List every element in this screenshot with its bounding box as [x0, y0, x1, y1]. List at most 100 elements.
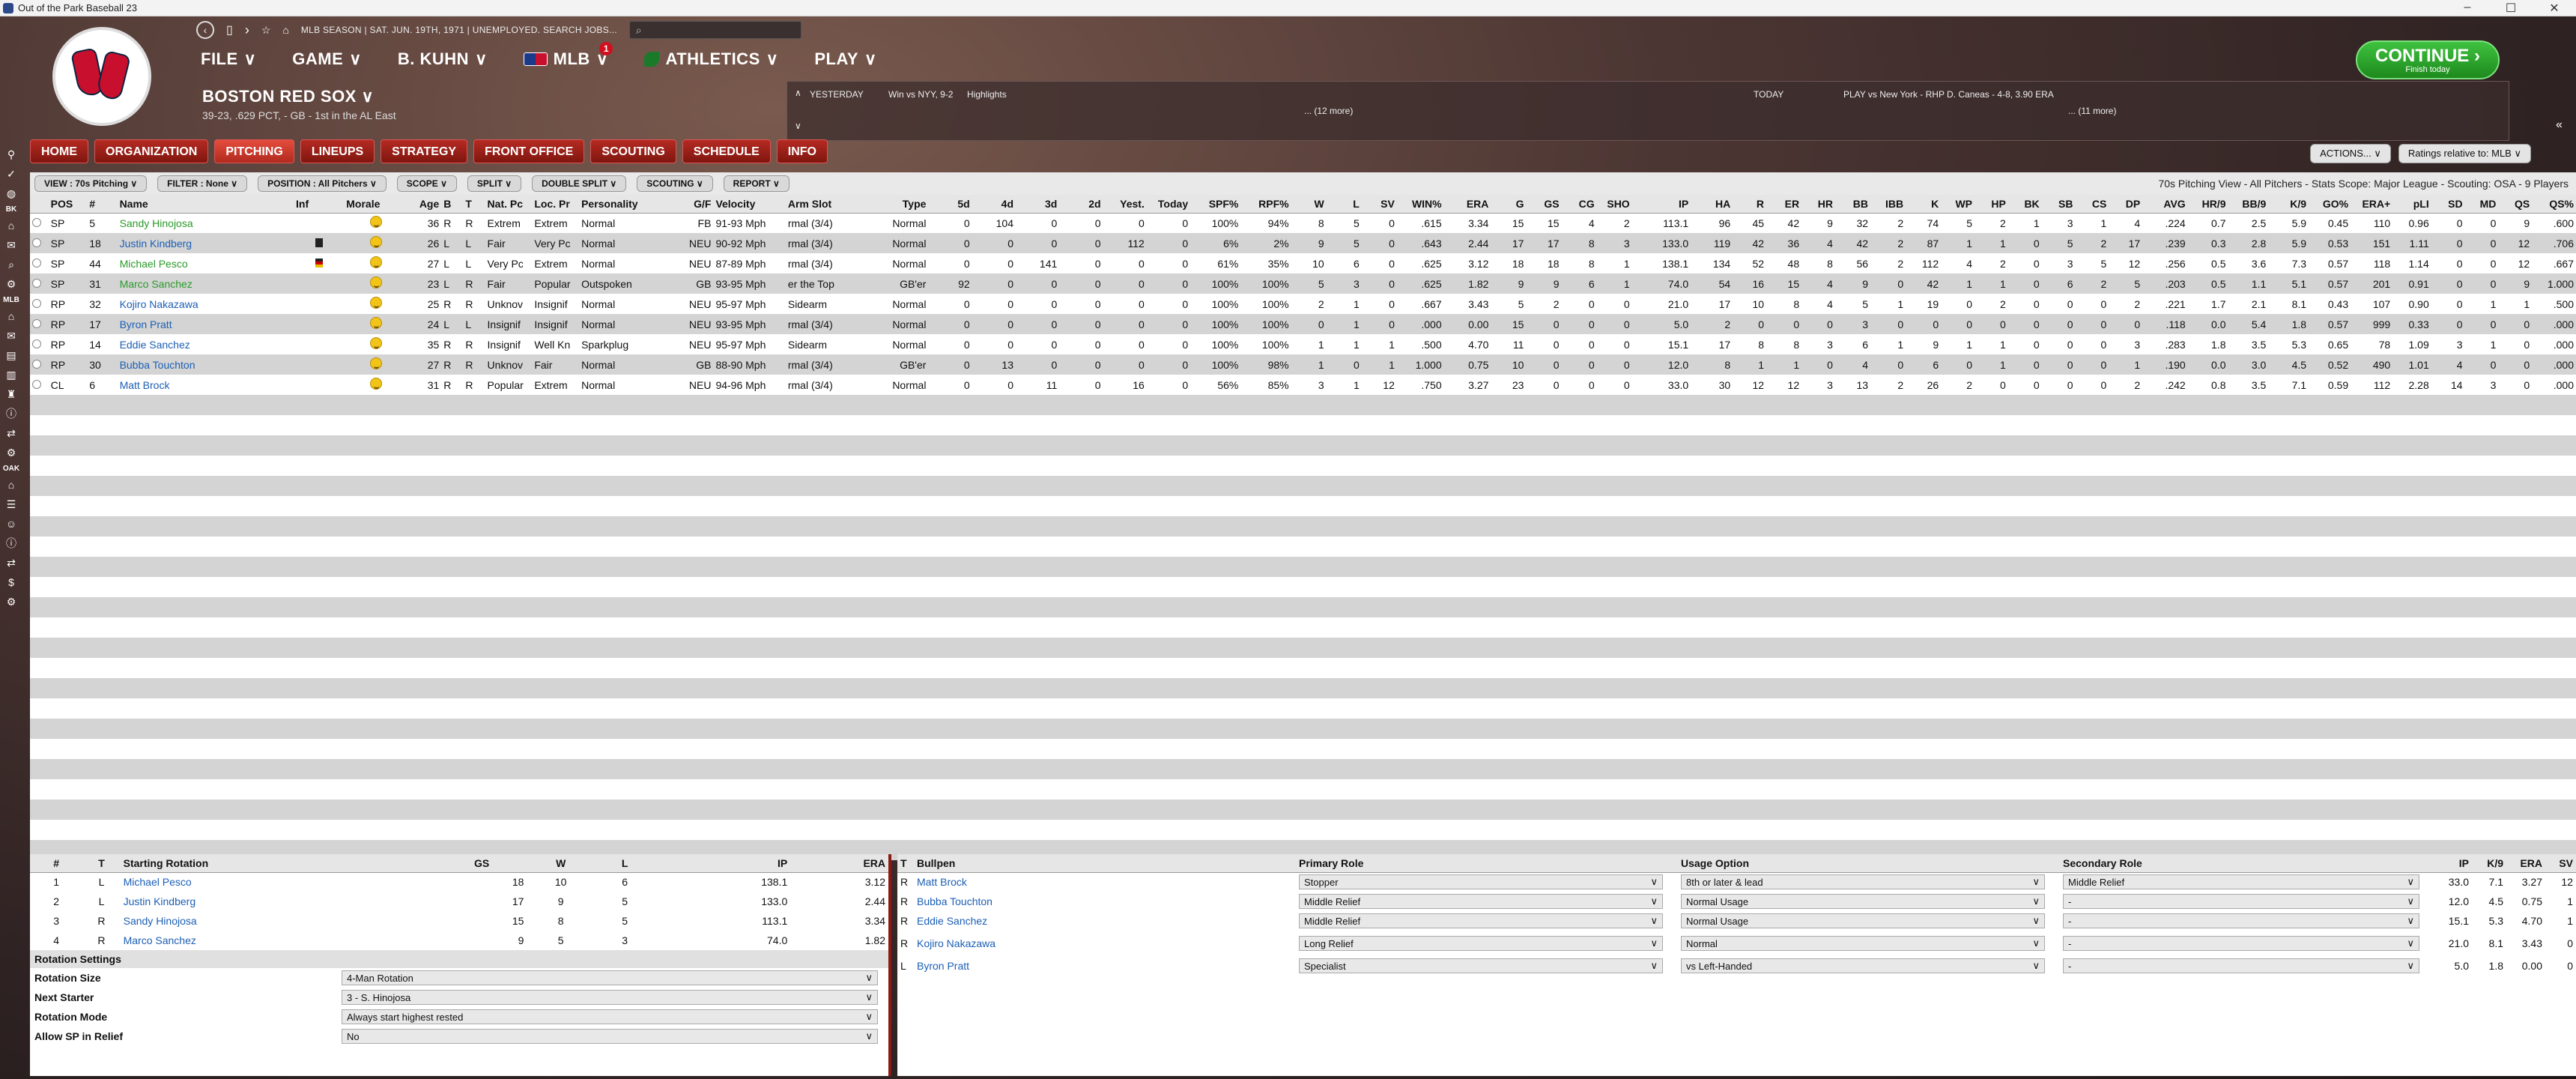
player-name-link[interactable]: Bubba Touchton — [917, 895, 992, 907]
col-header[interactable]: BB/9 — [2228, 195, 2269, 214]
rotation-col-header[interactable]: L — [594, 854, 655, 873]
col-header[interactable]: R — [1733, 195, 1767, 214]
row-select-radio[interactable] — [32, 318, 41, 328]
rotation-col-header[interactable]: GS — [436, 854, 527, 873]
menu-athletics[interactable]: ATHLETICS ∨ — [644, 49, 778, 69]
role-dropdown[interactable]: - ∨ — [2063, 894, 2419, 909]
page-icon[interactable]: ▯ — [226, 22, 233, 37]
tab-info[interactable]: INFO — [776, 139, 828, 163]
col-header[interactable]: HR/9 — [2187, 195, 2228, 214]
search-input[interactable]: ⌕ — [628, 21, 801, 39]
gear-icon[interactable]: ⚙ — [4, 594, 19, 609]
info-icon[interactable]: ⓘ — [4, 406, 19, 421]
bullpen-col-header[interactable]: ERA — [2506, 854, 2545, 873]
tab-front-office[interactable]: FRONT OFFICE — [473, 139, 585, 163]
player-name-link[interactable]: Bubba Touchton — [120, 359, 196, 371]
forward-icon[interactable]: › — [245, 22, 249, 38]
col-header[interactable]: pLI — [2392, 195, 2431, 214]
trophy-icon[interactable]: ♜ — [4, 387, 19, 402]
table-row[interactable]: RP 17 Byron Pratt 24 L L Insignif Insignif Norma… — [30, 314, 2576, 334]
collapse-icon[interactable]: « — [2556, 118, 2563, 132]
actions-button[interactable]: ACTIONS... ∨ — [2310, 144, 2391, 163]
people-icon[interactable]: ☺ — [4, 516, 19, 531]
col-header[interactable]: ERA — [1443, 195, 1491, 214]
player-name-link[interactable]: Sandy Hinojosa — [124, 915, 197, 927]
bullpen-row[interactable]: R Bubba Touchton Middle Relief ∨ Normal Usag… — [897, 892, 2576, 911]
more-games-left[interactable]: ... (12 more) — [1304, 106, 1353, 116]
role-dropdown[interactable]: Middle Relief ∨ — [2063, 874, 2419, 890]
col-header[interactable]: L — [1326, 195, 1362, 214]
minimize-icon[interactable]: – — [2446, 1, 2489, 16]
col-header[interactable]: HP — [1975, 195, 2008, 214]
transactions-icon[interactable]: ⇄ — [4, 555, 19, 570]
bullpen-row[interactable]: R Matt Brock Stopper ∨ 8th or later & lead ∨ M… — [897, 872, 2576, 892]
bullpen-col-header[interactable]: T — [897, 854, 914, 873]
col-header[interactable]: BK — [2007, 195, 2042, 214]
col-header[interactable]: WP — [1941, 195, 1975, 214]
bullpen-col-header[interactable]: Secondary Role — [2060, 854, 2434, 873]
date-status[interactable]: MLB SEASON | SAT. JUN. 19TH, 1971 | UNEM… — [301, 25, 617, 35]
tab-scouting[interactable]: SCOUTING — [590, 139, 676, 163]
menu-file[interactable]: FILE ∨ — [201, 49, 256, 69]
globe-icon[interactable]: ◍ — [4, 186, 19, 201]
col-header[interactable]: POS — [48, 195, 88, 214]
col-header[interactable]: SV — [1361, 195, 1397, 214]
player-name-link[interactable]: Byron Pratt — [120, 318, 172, 330]
table-row[interactable]: RP 30 Bubba Touchton 27 R R Unknov Fair Normal GB… — [30, 354, 2576, 375]
role-dropdown[interactable]: - ∨ — [2063, 913, 2419, 928]
menu-commissioner[interactable]: B. KUHN ∨ — [398, 49, 488, 69]
role-dropdown[interactable]: - ∨ — [2063, 936, 2419, 951]
scope-dropdown[interactable]: SCOPE ∨ — [396, 175, 457, 192]
home-icon[interactable]: ⌂ — [282, 24, 288, 36]
col-header[interactable]: QS% — [2532, 195, 2576, 214]
col-header[interactable]: Age — [407, 195, 442, 214]
tab-lineups[interactable]: LINEUPS — [300, 139, 375, 163]
row-select-radio[interactable] — [32, 278, 41, 288]
bullpen-col-header[interactable]: K/9 — [2472, 854, 2506, 873]
player-name-link[interactable]: Sandy Hinojosa — [120, 217, 193, 229]
tab-schedule[interactable]: SCHEDULE — [682, 139, 771, 163]
col-header[interactable]: T — [463, 195, 485, 214]
rotation-row[interactable]: 2 L Justin Kindberg 17 9 5 133.0 2.44 — [30, 892, 888, 911]
col-header[interactable] — [30, 195, 49, 214]
bullpen-col-header[interactable]: SV — [2545, 854, 2576, 873]
col-header[interactable]: HA — [1691, 195, 1733, 214]
row-select-radio[interactable] — [32, 339, 41, 348]
more-games-right[interactable]: ... (11 more) — [2068, 106, 2116, 116]
rotation-col-header[interactable]: # — [30, 854, 83, 873]
row-select-radio[interactable] — [32, 298, 41, 308]
close-icon[interactable]: ✕ — [2533, 1, 2576, 16]
info-icon[interactable]: ⓘ — [4, 536, 19, 551]
tab-strategy[interactable]: STRATEGY — [381, 139, 468, 163]
player-name-link[interactable]: Matt Brock — [120, 379, 170, 391]
col-header[interactable]: Personality — [579, 195, 680, 214]
col-header[interactable]: WIN% — [1396, 195, 1444, 214]
setting-dropdown[interactable]: 4-Man Rotation ∨ — [342, 970, 878, 985]
col-header[interactable]: Morale — [344, 195, 408, 214]
bullpen-row[interactable]: R Eddie Sanchez Middle Relief ∨ Normal Usage… — [897, 911, 2576, 931]
col-header[interactable]: IBB — [1870, 195, 1906, 214]
col-header[interactable]: AVG — [2142, 195, 2188, 214]
gear-icon[interactable]: ⚙ — [4, 276, 19, 291]
player-name-link[interactable]: Michael Pesco — [120, 258, 188, 270]
menu-play[interactable]: PLAY ∨ — [814, 49, 876, 69]
mail-icon[interactable]: ✉ — [4, 328, 19, 343]
col-header[interactable]: ERA+ — [2351, 195, 2393, 214]
col-header[interactable]: HR — [1801, 195, 1835, 214]
col-header[interactable]: CS — [2075, 195, 2109, 214]
search-icon[interactable]: ⌕ — [4, 257, 19, 272]
menu-game[interactable]: GAME ∨ — [292, 49, 362, 69]
role-dropdown[interactable]: 8th or later & lead ∨ — [1681, 874, 2045, 890]
col-header[interactable]: B — [441, 195, 464, 214]
maximize-icon[interactable]: ☐ — [2489, 1, 2533, 16]
col-header[interactable]: SPF% — [1190, 195, 1241, 214]
rotation-row[interactable]: 4 R Marco Sanchez 9 5 3 74.0 1.82 — [30, 931, 888, 950]
news-icon[interactable]: ▤ — [4, 348, 19, 363]
table-row[interactable]: CL 6 Matt Brock 31 R R Popular Extrem Normal NEU 9… — [30, 375, 2576, 395]
bullpen-row[interactable]: L Byron Pratt Specialist ∨ vs Left-Handed ∨ - ∨… — [897, 956, 2576, 976]
role-dropdown[interactable]: Stopper ∨ — [1299, 874, 1663, 890]
report-dropdown[interactable]: REPORT ∨ — [723, 175, 790, 192]
col-header[interactable]: SHO — [1596, 195, 1632, 214]
gear-icon[interactable]: ⚙ — [4, 445, 19, 460]
view-dropdown[interactable]: VIEW : 70s Pitching ∨ — [34, 175, 148, 192]
